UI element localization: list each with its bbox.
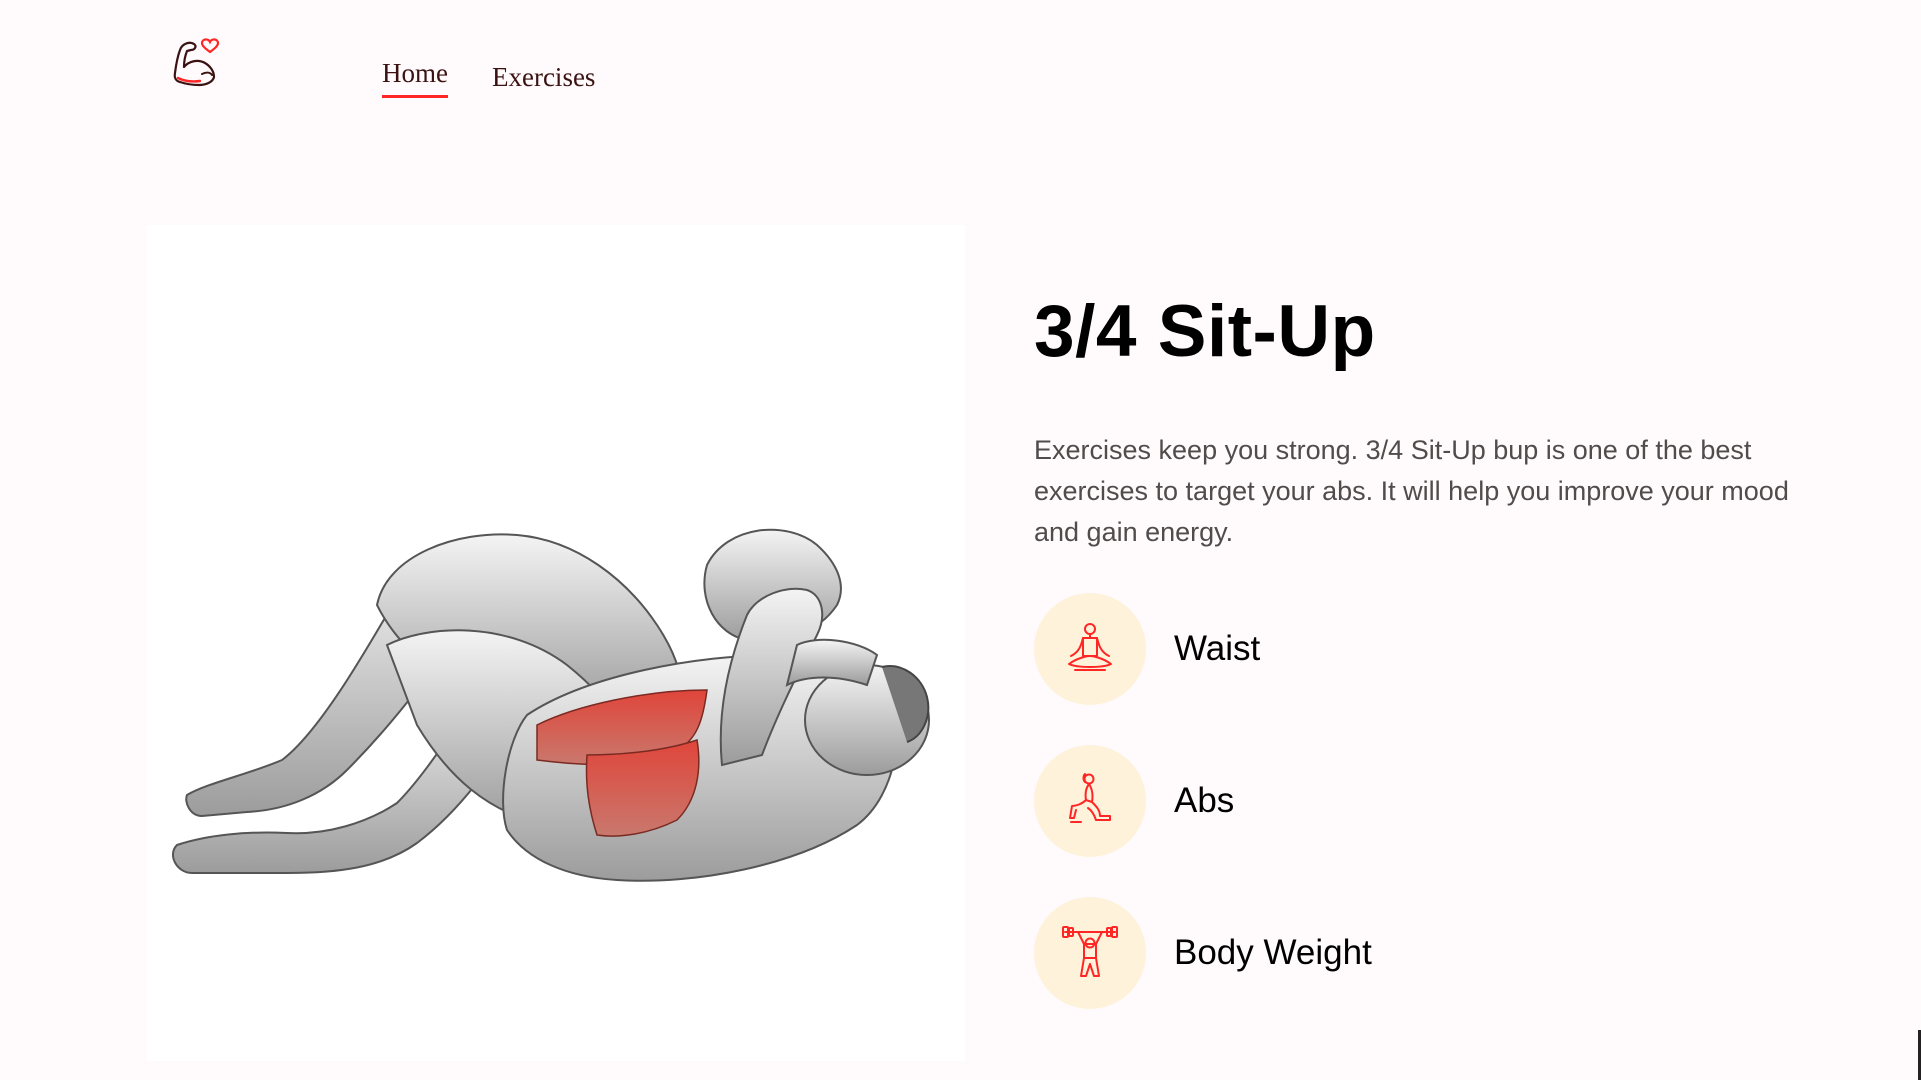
sit-up-anatomy-illustration [172,528,930,882]
extra-label: Waist [1174,629,1261,668]
extra-label: Abs [1174,781,1235,820]
nav-link-exercises[interactable]: Exercises [492,64,595,99]
extra-item-body-weight: Body Weight [1034,897,1794,1009]
extra-icon-button[interactable] [1034,593,1146,705]
extra-label: Body Weight [1174,933,1372,972]
weightlifter-icon [1062,926,1118,977]
exercise-detail: 3/4 Sit-Up Exercises keep you strong. 3/… [1034,295,1794,1009]
extra-item-waist: Waist [1034,593,1794,705]
lunge-pose-icon [1069,773,1111,823]
meditation-pose-icon [1068,623,1112,671]
flexed-bicep-heart-icon[interactable] [166,34,226,94]
exercise-image [147,225,965,1061]
exercise-title: 3/4 Sit-Up [1034,291,1376,372]
extra-icon-button[interactable] [1034,897,1146,1009]
nav-link-home[interactable]: Home [382,60,448,98]
exercise-extras: Waist Abs Body Weight [1034,593,1794,1009]
nav-links: Home Exercises [382,60,595,99]
navbar: Home Exercises [0,0,1921,150]
extra-item-abs: Abs [1034,745,1794,857]
extra-icon-button[interactable] [1034,745,1146,857]
exercise-description: Exercises keep you strong. 3/4 Sit-Up bu… [1034,435,1789,547]
